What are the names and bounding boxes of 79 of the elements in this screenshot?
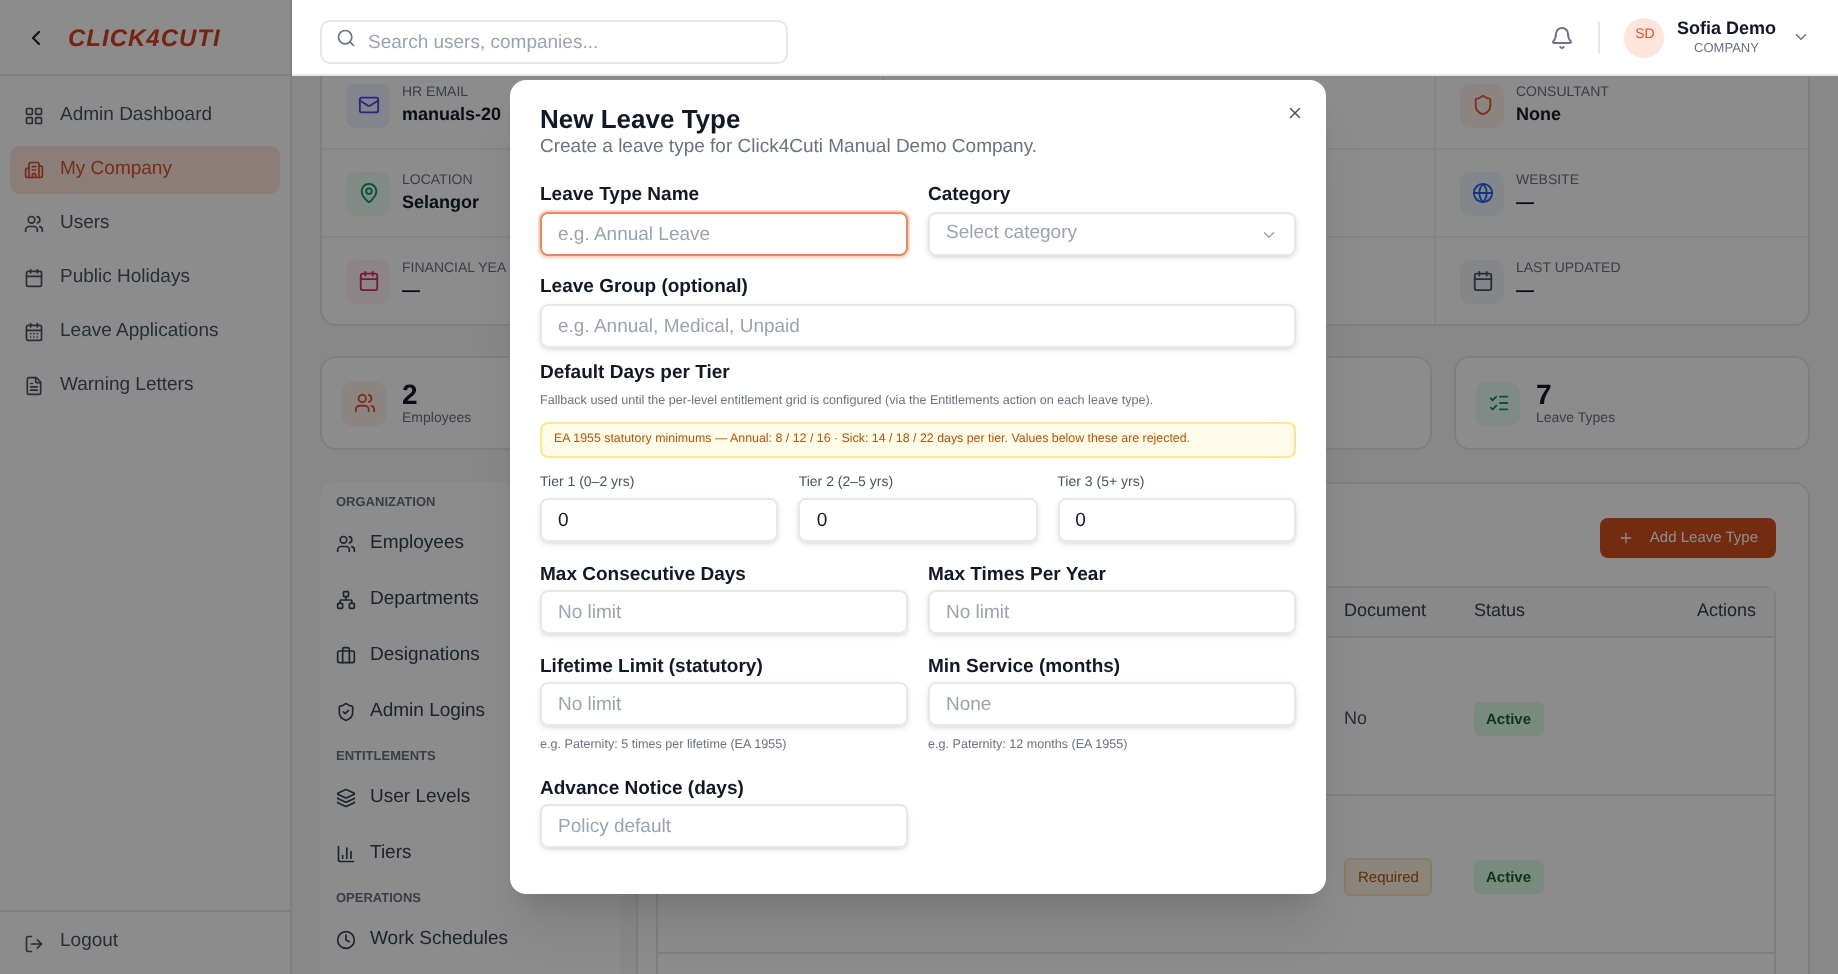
- document-text: No: [1344, 708, 1368, 728]
- logo: CLICK4CUTI: [68, 21, 221, 55]
- dialog-title: New Leave Type: [540, 104, 741, 136]
- number-input[interactable]: No limit: [540, 682, 908, 726]
- bar-chart-icon: [336, 844, 356, 864]
- field-label: Leave Group (optional): [540, 276, 750, 300]
- settings-nav-item[interactable]: Admin Logins: [336, 684, 486, 740]
- field-value: Selangor: [402, 189, 480, 215]
- stat-value: 2: [402, 378, 420, 410]
- number-input[interactable]: No limit: [928, 590, 1296, 634]
- column-header: Status: [1474, 598, 1528, 625]
- user-name: Sofia Demo: [1676, 17, 1776, 39]
- briefcase-icon: [336, 646, 356, 666]
- field-value: —: [1516, 189, 1536, 215]
- hierarchy-icon: [336, 590, 356, 610]
- field-label: Leave Type Name: [540, 184, 702, 208]
- checklist-icon: [1476, 381, 1520, 425]
- bell-icon: [1550, 25, 1575, 49]
- users-icon: [342, 381, 386, 425]
- field-label: Min Service (months): [928, 656, 1123, 680]
- shield-icon: [1460, 83, 1504, 127]
- account-menu-button[interactable]: [1792, 28, 1810, 46]
- logout-icon: [24, 933, 44, 953]
- column-header: Document: [1344, 598, 1429, 625]
- nav-item[interactable]: Admin Dashboard: [10, 92, 280, 140]
- search-icon: [336, 27, 356, 47]
- field-label: Max Times Per Year: [928, 564, 1108, 588]
- category-select[interactable]: Select category: [928, 212, 1296, 256]
- field-value: None: [1516, 101, 1563, 127]
- users-icon: [336, 534, 356, 554]
- globe-icon: [1460, 171, 1504, 215]
- mail-icon: [346, 83, 390, 127]
- layers-icon: [336, 788, 356, 808]
- field-value: —: [1516, 277, 1536, 303]
- settings-nav-item[interactable]: Departments: [336, 572, 479, 628]
- settings-nav-item[interactable]: User Levels: [336, 770, 471, 826]
- clock-icon: [336, 930, 356, 950]
- column-header: Actions: [1694, 598, 1758, 625]
- field-label: Lifetime Limit (statutory): [540, 656, 765, 680]
- calendar-icon: [24, 268, 44, 288]
- field-label: Category: [928, 184, 1013, 208]
- settings-nav-item[interactable]: Employees: [336, 516, 464, 572]
- chevron-down-icon: [1792, 28, 1810, 46]
- building-icon: [24, 160, 44, 180]
- grid-icon: [24, 106, 44, 126]
- nav-item[interactable]: Leave Applications: [10, 308, 280, 356]
- calendar-icon: [346, 259, 390, 303]
- shield-check-icon: [336, 702, 356, 722]
- tier-days-input[interactable]: 0: [1057, 498, 1296, 542]
- nav-item[interactable]: Public Holidays: [10, 254, 280, 302]
- nav-item[interactable]: Warning Letters: [10, 362, 280, 410]
- number-input[interactable]: Policy default: [540, 804, 908, 848]
- settings-nav-item[interactable]: Work Schedules: [336, 912, 508, 968]
- search-field[interactable]: Search users, companies...: [320, 20, 788, 64]
- number-input[interactable]: None: [928, 682, 1296, 726]
- calendar-icon: [24, 322, 44, 342]
- close-icon: [1285, 103, 1303, 121]
- users-icon: [24, 214, 44, 234]
- logout-button[interactable]: Logout: [24, 928, 119, 958]
- tier-days-input[interactable]: 0: [798, 498, 1038, 542]
- tier-days-input[interactable]: 0: [540, 498, 779, 542]
- notification-button[interactable]: [1550, 25, 1575, 49]
- number-input[interactable]: No limit: [540, 590, 908, 634]
- nav-item[interactable]: My Company: [10, 146, 280, 194]
- document-icon: [24, 376, 44, 396]
- calendar-icon: [1460, 259, 1504, 303]
- dialog-subtitle: Create a leave type for Click4Cuti Manual Demo Company.: [540, 136, 1038, 160]
- plus-icon: [1617, 530, 1634, 546]
- field-label: Advance Notice (days): [540, 778, 746, 802]
- map-pin-icon: [346, 171, 390, 215]
- stat-value: 7: [1536, 378, 1554, 410]
- text-input[interactable]: e.g. Annual Leave: [540, 212, 908, 256]
- field-value: manuals-20: [402, 101, 502, 127]
- field-label: Max Consecutive Days: [540, 564, 748, 588]
- settings-nav-item[interactable]: Designations: [336, 628, 480, 684]
- settings-nav-item[interactable]: Tiers: [336, 826, 412, 882]
- section-heading: Default Days per Tier: [540, 362, 732, 386]
- nav-item[interactable]: Users: [10, 200, 280, 248]
- field-value: —: [402, 277, 422, 303]
